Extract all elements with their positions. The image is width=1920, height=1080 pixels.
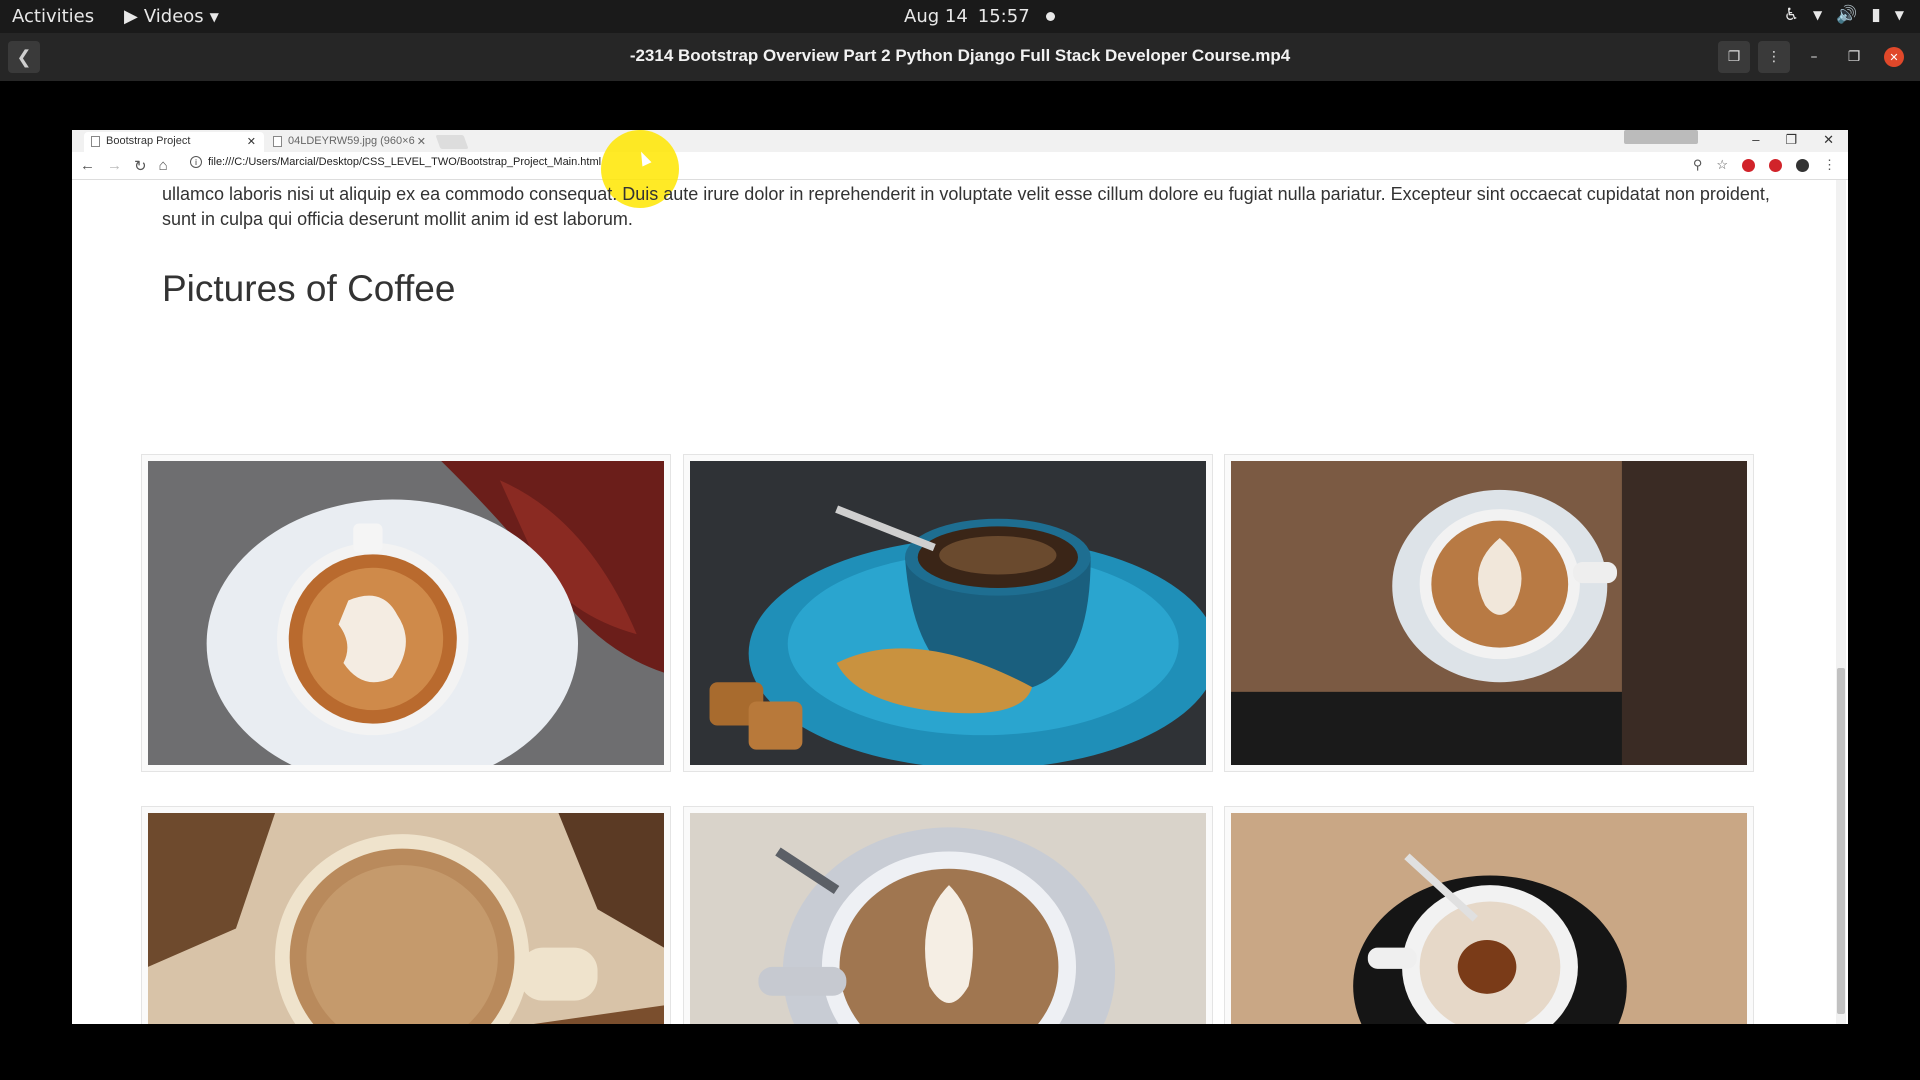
clock-time: 15:57 bbox=[977, 6, 1030, 27]
bookmark-star-icon[interactable]: ☆ bbox=[1716, 157, 1728, 173]
dark-mode-extension-icon[interactable] bbox=[1796, 158, 1809, 172]
close-tab-icon[interactable]: ✕ bbox=[247, 135, 256, 148]
address-bar[interactable]: i file:///C:/Users/Marcial/Desktop/CSS_L… bbox=[190, 156, 601, 168]
scrollbar-thumb[interactable] bbox=[1837, 668, 1845, 1014]
notification-dot-icon bbox=[1045, 12, 1055, 21]
restore-icon[interactable]: ❐ bbox=[1785, 132, 1797, 148]
reload-icon[interactable]: ↻ bbox=[134, 157, 147, 175]
volume-icon[interactable]: 🔊 bbox=[1836, 5, 1857, 25]
user-badge[interactable] bbox=[1624, 130, 1698, 144]
tab-label: Bootstrap Project bbox=[106, 135, 191, 147]
section-heading: Pictures of Coffee bbox=[162, 268, 456, 309]
back-arrow-icon[interactable]: ← bbox=[80, 157, 95, 175]
lorem-paragraph: ullamco laboris nisi ut aliquip ex ea co… bbox=[162, 184, 1770, 229]
app-menu[interactable]: ▶ Videos ▼ bbox=[124, 6, 219, 27]
toolbar-actions: ⚲ ☆ ⋮ bbox=[1693, 157, 1836, 173]
close-icon[interactable]: ✕ bbox=[1823, 132, 1834, 148]
menu-button[interactable]: ⋮ bbox=[1758, 41, 1790, 73]
accessibility-icon[interactable]: ♿ bbox=[1784, 5, 1799, 25]
window-icon: ❐ bbox=[1727, 49, 1741, 65]
coffee-image bbox=[1224, 454, 1754, 772]
chevron-down-icon: ▼ bbox=[209, 9, 219, 24]
coffee-image bbox=[1224, 806, 1754, 1024]
opera-extension-icon[interactable] bbox=[1742, 158, 1755, 172]
browser-tab-active[interactable]: Bootstrap Project ✕ bbox=[84, 132, 264, 152]
close-tab-icon[interactable]: ✕ bbox=[417, 135, 426, 148]
video-title: -2314 Bootstrap Overview Part 2 Python D… bbox=[629, 46, 1291, 65]
chevron-down-icon: ▼ bbox=[1813, 8, 1823, 22]
forward-arrow-icon[interactable]: → bbox=[107, 157, 122, 175]
fullscreen-button[interactable]: ❐ bbox=[1718, 41, 1750, 73]
close-icon: ✕ bbox=[1889, 50, 1899, 64]
new-tab-button[interactable] bbox=[435, 135, 469, 149]
tab-label: 04LDEYRW59.jpg (960×6 bbox=[288, 135, 415, 147]
coffee-image bbox=[141, 806, 671, 1024]
player-header-bar: ❮ -2314 Bootstrap Overview Part 2 Python… bbox=[0, 33, 1920, 81]
minimize-icon[interactable]: – bbox=[1752, 132, 1759, 148]
restore-icon: ❐ bbox=[1847, 49, 1861, 65]
info-icon[interactable]: i bbox=[190, 156, 202, 168]
minimize-button[interactable]: – bbox=[1798, 41, 1830, 73]
player-header-buttons: ❐ ⋮ – ❐ ✕ bbox=[1718, 41, 1910, 73]
activities-button[interactable]: Activities bbox=[12, 6, 94, 27]
adblock-extension-icon[interactable] bbox=[1769, 158, 1782, 172]
system-top-bar: Activities ▶ Videos ▼ Aug 14 15:57 ♿ ▼ 🔊… bbox=[0, 0, 1920, 33]
browser-tab-inactive[interactable]: 04LDEYRW59.jpg (960×6 ✕ bbox=[266, 132, 434, 152]
restore-button[interactable]: ❐ bbox=[1838, 41, 1870, 73]
home-icon[interactable]: ⌂ bbox=[159, 157, 168, 175]
nav-buttons: ← → ↻ ⌂ bbox=[80, 157, 168, 175]
minimize-icon: – bbox=[1810, 49, 1818, 65]
chevron-down-icon: ▼ bbox=[1894, 8, 1904, 22]
address-text: file:///C:/Users/Marcial/Desktop/CSS_LEV… bbox=[208, 156, 602, 168]
zoom-icon[interactable]: ⚲ bbox=[1693, 157, 1703, 173]
browser-toolbar: ← → ↻ ⌂ i file:///C:/Users/Marcial/Deskt… bbox=[72, 152, 1848, 180]
coffee-image bbox=[141, 454, 671, 772]
page-icon bbox=[273, 136, 282, 147]
clock-date: Aug 14 bbox=[904, 6, 968, 27]
browser-menu-icon[interactable]: ⋮ bbox=[1823, 157, 1836, 173]
close-button[interactable]: ✕ bbox=[1884, 47, 1904, 67]
system-tray[interactable]: ♿ ▼ 🔊 ▮ ▼ bbox=[1784, 5, 1904, 25]
page-scrollbar[interactable] bbox=[1836, 180, 1846, 1024]
coffee-image bbox=[683, 806, 1213, 1024]
web-page-content: ullamco laboris nisi ut aliquip ex ea co… bbox=[72, 180, 1834, 1024]
battery-icon[interactable]: ▮ bbox=[1871, 5, 1880, 25]
browser-tab-bar: Bootstrap Project ✕ 04LDEYRW59.jpg (960×… bbox=[72, 130, 1848, 152]
kebab-menu-icon: ⋮ bbox=[1767, 49, 1781, 65]
browser-window-controls: – ❐ ✕ bbox=[1752, 132, 1834, 148]
play-icon: ▶ bbox=[124, 6, 138, 27]
coffee-image bbox=[683, 454, 1213, 772]
video-frame[interactable]: Bootstrap Project ✕ 04LDEYRW59.jpg (960×… bbox=[72, 130, 1848, 1024]
page-icon bbox=[91, 136, 100, 147]
app-menu-label: Videos bbox=[143, 6, 204, 27]
clock[interactable]: Aug 14 15:57 bbox=[904, 6, 1055, 27]
